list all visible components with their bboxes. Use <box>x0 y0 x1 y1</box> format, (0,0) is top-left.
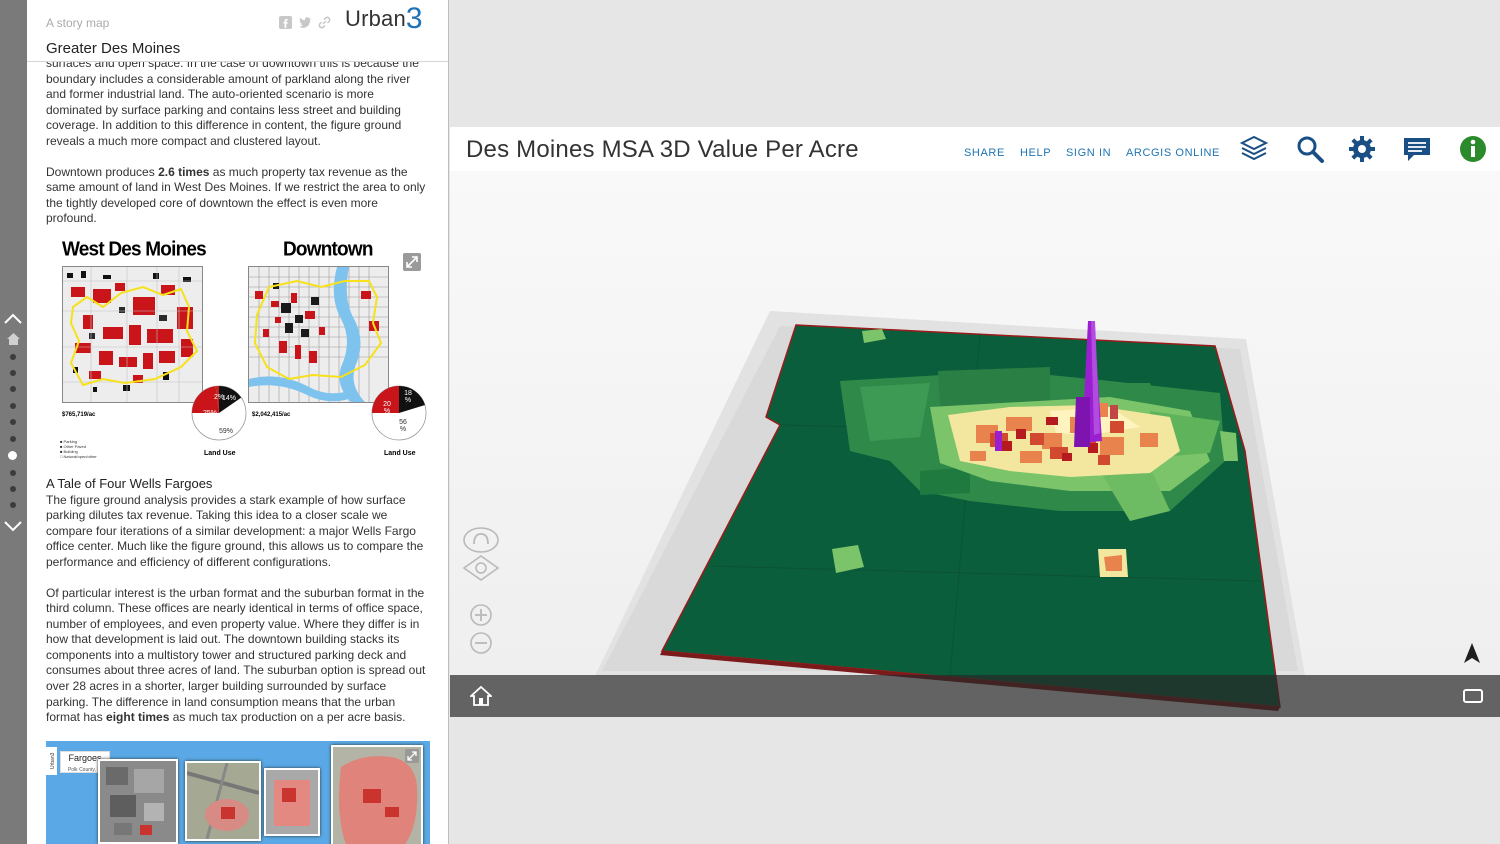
nav-dot[interactable] <box>10 502 16 508</box>
nav-dot[interactable] <box>10 486 16 492</box>
paragraph-4: Of particular interest is the urban form… <box>46 586 432 726</box>
nav-dot[interactable] <box>10 354 16 360</box>
west-des-moines-map <box>62 265 203 403</box>
downtown-landuse-label: Land Use <box>384 449 416 457</box>
west-pie-c: 25% <box>203 409 218 417</box>
map-application: Des Moines MSA 3D Value Per Acre SHARE H… <box>450 127 1500 717</box>
downtown-pie-c: 56 % <box>399 418 407 433</box>
story-content: surfaces and open space. In the case of … <box>46 56 432 844</box>
nav-dot[interactable] <box>10 403 16 409</box>
comment-icon[interactable] <box>1402 134 1432 164</box>
west-pie-d: 59% <box>219 427 234 435</box>
rotate-mode-icon[interactable] <box>462 554 500 582</box>
pan-mode-icon[interactable] <box>462 526 500 554</box>
nav-dot[interactable] <box>10 370 16 376</box>
text: Downtown produces <box>46 164 159 179</box>
bold-text: 2.6 times <box>158 164 210 179</box>
share-icons <box>279 16 331 29</box>
logo-text: Urban <box>345 6 406 31</box>
help-link[interactable]: HELP <box>1020 147 1051 159</box>
downtown-pie-b: 20 % <box>383 400 391 415</box>
fargo-photo-3 <box>264 767 320 836</box>
fullscreen-icon[interactable] <box>1463 689 1483 703</box>
text: Of particular interest is the urban form… <box>46 585 426 725</box>
twitter-icon[interactable] <box>298 16 312 29</box>
downtown-pie-a: 18 % <box>404 389 412 404</box>
fargo-photo-1 <box>98 758 178 844</box>
story-nav-strip <box>0 0 27 844</box>
zoom-in-icon[interactable] <box>469 603 493 627</box>
map-title: Des Moines MSA 3D Value Per Acre <box>466 136 859 163</box>
west-value-label: $765,719/ac <box>62 411 96 418</box>
home-icon[interactable] <box>470 685 492 707</box>
arcgis-online-link[interactable]: ARCGIS ONLINE <box>1126 147 1220 159</box>
paragraph-2: Downtown produces 2.6 times as much prop… <box>46 165 432 227</box>
compass-icon[interactable] <box>1464 643 1480 663</box>
sign-in-link[interactable]: SIGN IN <box>1066 147 1111 159</box>
urban3-logo[interactable]: Urban3 <box>345 4 423 34</box>
layers-icon[interactable] <box>1239 134 1269 164</box>
chevron-down-icon[interactable] <box>3 520 23 534</box>
zoom-out-icon[interactable] <box>469 631 493 655</box>
downtown-map <box>248 265 389 403</box>
link-icon[interactable] <box>318 16 331 29</box>
story-kicker: A story map <box>46 16 110 30</box>
nav-dot[interactable] <box>10 386 16 392</box>
fargo-photo-2 <box>185 760 261 841</box>
figure-legend: ■ Parking ■ Other Paved ■ Building □ Nat… <box>60 439 97 459</box>
section-heading-wells-fargoes: A Tale of Four Wells Fargoes <box>46 475 213 491</box>
nav-dot[interactable] <box>10 470 16 476</box>
west-pie-b: 14% <box>222 394 237 402</box>
figure2-logo: Urban3 <box>46 746 57 775</box>
text: as much tax production on a per acre bas… <box>169 710 406 725</box>
story-header: A story map Greater Des Moines Urban3 <box>27 0 448 62</box>
figure-left-title: West Des Moines <box>62 238 207 261</box>
map-bottom-bar <box>450 675 1500 717</box>
expand-icon[interactable] <box>403 252 421 271</box>
paragraph-1: surfaces and open space. In the case of … <box>46 56 419 148</box>
paragraph-3: The figure ground analysis provides a st… <box>46 492 424 569</box>
west-landuse-label: Land Use <box>204 449 236 457</box>
story-panel: A story map Greater Des Moines Urban3 su… <box>27 0 449 844</box>
chevron-up-icon[interactable] <box>3 311 23 325</box>
home-icon[interactable] <box>7 333 20 345</box>
logo-number: 3 <box>405 2 423 35</box>
legend-label: Natural/open/other <box>63 453 97 459</box>
figure-ground-comparison: West Des Moines Downtown $765,719/ac $2,… <box>46 238 432 464</box>
bold-text: eight times <box>106 710 170 725</box>
downtown-value-label: $2,042,415/ac <box>252 411 291 418</box>
figure2-expand-icon[interactable] <box>405 748 419 763</box>
nav-dot-active[interactable] <box>8 451 17 460</box>
figure-right-title: Downtown <box>283 238 373 261</box>
info-icon[interactable] <box>1458 134 1488 164</box>
story-title: Greater Des Moines <box>46 40 181 57</box>
gear-icon[interactable] <box>1347 134 1377 164</box>
share-link[interactable]: SHARE <box>964 147 1005 159</box>
facebook-icon[interactable] <box>279 16 292 29</box>
wells-fargo-comparison-figure: Urban3 Fargoes Polk County, IA <box>46 740 430 844</box>
3d-scene-view[interactable] <box>450 171 1500 717</box>
nav-dot[interactable] <box>10 419 16 425</box>
search-icon[interactable] <box>1295 134 1325 164</box>
map-header: Des Moines MSA 3D Value Per Acre SHARE H… <box>450 127 1500 171</box>
nav-dot[interactable] <box>10 436 16 442</box>
legend-item: □ Natural/open/other <box>60 453 97 459</box>
